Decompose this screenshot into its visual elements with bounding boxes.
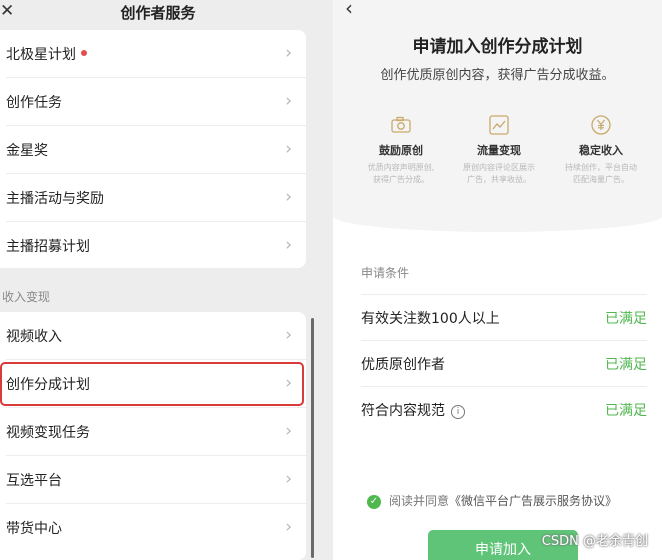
feature-name: 稳定收入 bbox=[579, 144, 623, 157]
menu-item-label: 带货中心 bbox=[6, 521, 62, 537]
chart-icon bbox=[488, 114, 510, 136]
menu-item-label: 互选平台 bbox=[6, 473, 62, 489]
menu-item-label: 创作任务 bbox=[6, 95, 62, 111]
top-bar: ✕ 创作者服务 bbox=[0, 0, 316, 28]
condition-row: 优质原创作者 已满足 bbox=[361, 340, 647, 386]
conditions-label: 申请条件 bbox=[361, 266, 410, 280]
agree-text: 阅读并同意 bbox=[389, 494, 450, 508]
condition-status: 已满足 bbox=[605, 403, 647, 419]
chevron-right-icon: › bbox=[285, 325, 292, 345]
creator-services-panel: ✕ 创作者服务 北极星计划 › 创作任务 › 金星奖 › 主播活动与奖励 › 主… bbox=[0, 0, 316, 560]
menu-item-host-recruitment[interactable]: 主播招募计划 › bbox=[0, 222, 306, 270]
condition-status: 已满足 bbox=[605, 311, 647, 327]
menu-item-commerce-center[interactable]: 带货中心 › bbox=[0, 504, 306, 552]
menu-item-polaris[interactable]: 北极星计划 › bbox=[0, 30, 306, 78]
condition-row: 有效关注数100人以上 已满足 bbox=[361, 294, 647, 340]
feature-desc: 原创内容评论区展示 广告，共享收益。 bbox=[463, 163, 535, 184]
feature-name: 鼓励原创 bbox=[379, 144, 423, 157]
back-icon[interactable]: ‹ bbox=[345, 0, 353, 20]
chevron-right-icon: › bbox=[285, 139, 292, 159]
feature-desc: 持续创作，平台自动 匹配海量广告。 bbox=[565, 163, 637, 184]
feature-stable-income: 稳定收入 持续创作，平台自动 匹配海量广告。 bbox=[555, 114, 647, 186]
monetization-group: 视频收入 › 创作分成计划 › 视频变现任务 › 互选平台 › 带货中心 › bbox=[0, 312, 306, 560]
chevron-right-icon: › bbox=[285, 517, 292, 537]
apply-title: 申请加入创作分成计划 bbox=[412, 37, 583, 57]
agreement-link[interactable]: 《微信平台广告展示服务协议》 bbox=[449, 494, 617, 508]
divider bbox=[361, 386, 647, 387]
menu-item-label: 金星奖 bbox=[6, 143, 48, 159]
camera-icon bbox=[390, 114, 412, 136]
chevron-right-icon: › bbox=[285, 235, 292, 255]
apply-subtitle: 创作优质原创内容，获得广告分成收益。 bbox=[380, 68, 615, 83]
condition-row: 符合内容规范 i 已满足 bbox=[361, 386, 647, 432]
page-title: 创作者服务 bbox=[120, 4, 196, 22]
menu-item-label: 视频变现任务 bbox=[6, 425, 90, 441]
menu-item-golden-star[interactable]: 金星奖 › bbox=[0, 126, 306, 174]
menu-item-creation-tasks[interactable]: 创作任务 › bbox=[0, 78, 306, 126]
feature-desc: 优质内容声明原创, 获得广告分成。 bbox=[367, 163, 435, 184]
agreement-row: ✓ 阅读并同意《微信平台广告展示服务协议》 bbox=[367, 492, 617, 509]
services-group: 北极星计划 › 创作任务 › 金星奖 › 主播活动与奖励 › 主播招募计划 › bbox=[0, 30, 306, 268]
feature-traffic-monetization: 流量变现 原创内容评论区展示 广告，共享收益。 bbox=[453, 114, 545, 186]
chevron-right-icon: › bbox=[285, 187, 292, 207]
menu-item-mutual-selection[interactable]: 互选平台 › bbox=[0, 456, 306, 504]
watermark: CSDN @老余青创 bbox=[541, 534, 648, 549]
apply-revenue-share-panel: ‹ 申请加入创作分成计划 创作优质原创内容，获得广告分成收益。 鼓励原创 优质内… bbox=[333, 0, 662, 560]
divider bbox=[361, 340, 647, 341]
condition-text: 优质原创作者 bbox=[361, 357, 445, 373]
menu-item-label: 主播招募计划 bbox=[6, 239, 90, 255]
divider bbox=[361, 294, 647, 295]
menu-item-host-activities[interactable]: 主播活动与奖励 › bbox=[0, 174, 306, 222]
chevron-right-icon: › bbox=[285, 421, 292, 441]
menu-item-label: 视频收入 bbox=[6, 329, 62, 345]
agree-checkbox[interactable]: ✓ bbox=[367, 494, 381, 509]
menu-item-label: 北极星计划 bbox=[6, 47, 76, 63]
condition-status: 已满足 bbox=[605, 357, 647, 373]
feature-encourage-original: 鼓励原创 优质内容声明原创, 获得广告分成。 bbox=[355, 114, 447, 186]
menu-item-video-income[interactable]: 视频收入 › bbox=[0, 312, 306, 360]
red-dot-badge bbox=[81, 50, 87, 56]
condition-text: 有效关注数100人以上 bbox=[361, 311, 500, 327]
scrollbar[interactable] bbox=[311, 318, 314, 558]
chevron-right-icon: › bbox=[285, 469, 292, 489]
menu-item-video-monetization-tasks[interactable]: 视频变现任务 › bbox=[0, 408, 306, 456]
condition-text: 符合内容规范 bbox=[361, 403, 445, 419]
menu-item-label: 主播活动与奖励 bbox=[6, 191, 104, 207]
yen-icon bbox=[590, 114, 612, 136]
chevron-right-icon: › bbox=[285, 91, 292, 111]
highlight-box bbox=[0, 362, 304, 406]
feature-name: 流量变现 bbox=[477, 144, 521, 157]
chevron-right-icon: › bbox=[285, 43, 292, 63]
section-label-monetization: 收入变现 bbox=[2, 290, 51, 304]
info-icon[interactable]: i bbox=[451, 405, 465, 419]
